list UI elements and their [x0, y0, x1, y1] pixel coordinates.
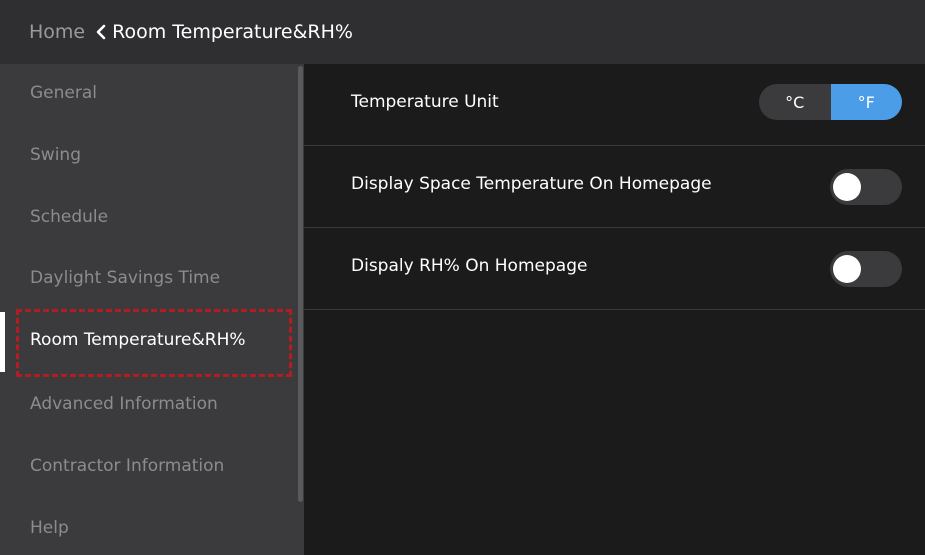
chevron-left-icon[interactable]: [92, 22, 110, 42]
sidebar-item-schedule[interactable]: Schedule: [30, 207, 108, 227]
temperature-unit-toggle[interactable]: °C °F: [759, 84, 902, 120]
sidebar-item-advanced-information[interactable]: Advanced Information: [30, 394, 218, 414]
switch-knob: [833, 255, 861, 283]
display-space-temp-switch[interactable]: [830, 169, 902, 205]
sidebar: General Swing Schedule Daylight Savings …: [0, 64, 304, 555]
top-bar: Home Room Temperature&RH%: [0, 0, 925, 64]
temperature-unit-label: Temperature Unit: [351, 92, 499, 112]
display-space-temp-label: Display Space Temperature On Homepage: [351, 174, 712, 194]
active-indicator: [0, 312, 5, 372]
page-title: Room Temperature&RH%: [112, 21, 353, 43]
switch-knob: [833, 173, 861, 201]
sidebar-item-general[interactable]: General: [30, 83, 97, 103]
display-space-temp-row: Display Space Temperature On Homepage: [304, 146, 925, 228]
celsius-option[interactable]: °C: [759, 84, 831, 120]
home-link[interactable]: Home: [29, 21, 85, 43]
sidebar-item-swing[interactable]: Swing: [30, 145, 81, 165]
sidebar-item-contractor-information[interactable]: Contractor Information: [30, 456, 224, 476]
sidebar-item-room-temperature[interactable]: Room Temperature&RH%: [30, 330, 246, 350]
temperature-unit-row: Temperature Unit °C °F: [304, 64, 925, 146]
sidebar-item-daylight-savings[interactable]: Daylight Savings Time: [30, 268, 220, 288]
fahrenheit-option[interactable]: °F: [830, 84, 902, 120]
display-rh-row: Dispaly RH% On Homepage: [304, 228, 925, 310]
display-rh-switch[interactable]: [830, 251, 902, 287]
settings-panel: Temperature Unit °C °F Display Space Tem…: [304, 64, 925, 555]
sidebar-item-help[interactable]: Help: [30, 518, 69, 538]
display-rh-label: Dispaly RH% On Homepage: [351, 256, 588, 276]
sidebar-scrollbar[interactable]: [298, 66, 303, 502]
